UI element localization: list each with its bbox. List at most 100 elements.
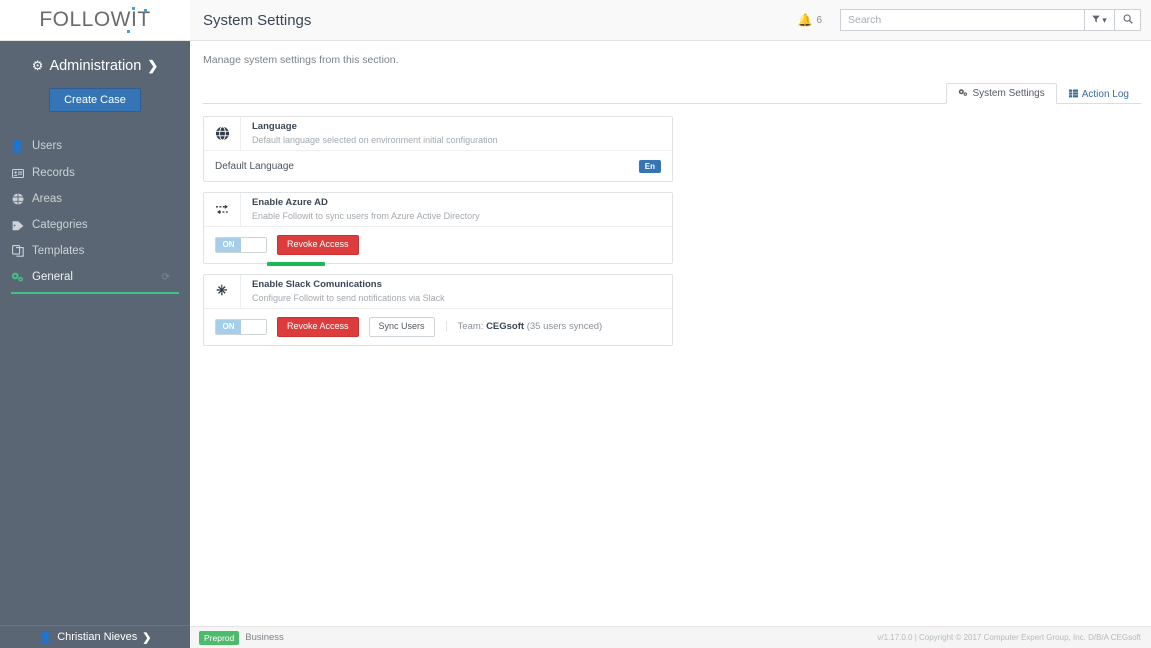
card-body: ON Revoke Access Sync Users Team: CEGsof… xyxy=(204,307,672,345)
slack-icon xyxy=(204,274,241,308)
gears-icon xyxy=(958,88,968,99)
slack-card: Enable Slack Comunications Configure Fol… xyxy=(203,273,673,346)
card-title: Enable Azure AD xyxy=(252,197,328,208)
copyright-text: v/1.17.0.0 | Copyright © 2017 Computer E… xyxy=(877,633,1141,642)
tag-icon xyxy=(11,220,24,231)
card-title-block: Enable Slack Comunications Configure Fol… xyxy=(241,275,445,308)
tab-system-settings[interactable]: System Settings xyxy=(946,83,1057,104)
sidebar-nav: 👤 Users Records Areas Categories Templat… xyxy=(0,132,190,294)
active-item-indicator xyxy=(11,292,179,294)
toggle-knob xyxy=(241,319,266,334)
search-icon xyxy=(1122,13,1133,27)
card-title-block: Language Default language selected on en… xyxy=(241,117,498,150)
app-root: FOLLOWIT ⚙ Administration ❯ Create Case … xyxy=(0,0,1151,648)
logo-accent-dot-2 xyxy=(126,30,130,33)
card-title: Enable Slack Comunications xyxy=(252,278,382,290)
logo-container[interactable]: FOLLOWIT xyxy=(0,0,190,41)
sidebar-item-areas[interactable]: Areas xyxy=(0,186,190,212)
environment-name: Business xyxy=(245,632,284,643)
card-header: Language Default language selected on en… xyxy=(204,117,672,150)
sidebar-item-general[interactable]: General ⟳ xyxy=(0,264,190,294)
settings-card-grid: Language Default language selected on en… xyxy=(203,116,1141,346)
sidebar-item-label: Categories xyxy=(32,219,88,231)
language-card: Language Default language selected on en… xyxy=(203,116,673,182)
toggle-state-label: ON xyxy=(216,319,241,334)
toggle-state-label: ON xyxy=(216,237,241,252)
sidebar-item-label: Templates xyxy=(32,245,85,257)
sidebar-item-records[interactable]: Records xyxy=(0,160,190,186)
notifications-button[interactable]: 🔔 6 xyxy=(797,13,822,27)
card-header: Enable Azure AD Enable Followit to sync … xyxy=(204,193,672,226)
search-group: ▾ xyxy=(840,9,1141,31)
azure-ad-card: Enable Azure AD Enable Followit to sync … xyxy=(203,192,673,266)
logo-text: FOLLOWIT xyxy=(39,8,151,31)
gear-icon: ⚙ xyxy=(31,58,44,73)
bell-icon: 🔔 xyxy=(797,13,813,27)
page-title: System Settings xyxy=(203,11,312,29)
globe-icon xyxy=(204,117,241,150)
card-title-block: Enable Azure AD Enable Followit to sync … xyxy=(241,193,480,226)
caret-down-icon: ▾ xyxy=(1102,14,1107,25)
app-logo: FOLLOWIT xyxy=(39,7,151,33)
tab-bar: System Settings Action Log xyxy=(203,82,1141,104)
main-content: System Settings 🔔 6 ▾ xyxy=(190,0,1151,648)
chevron-right-icon: ❯ xyxy=(147,58,159,73)
logo-accent-dot-3 xyxy=(143,9,147,12)
sidebar-item-users[interactable]: 👤 Users xyxy=(0,132,190,160)
notification-count: 6 xyxy=(816,14,822,26)
slack-revoke-access-button[interactable]: Revoke Access xyxy=(277,316,359,337)
create-case-container: Create Case xyxy=(0,88,190,112)
card-body: ON Revoke Access xyxy=(204,226,672,266)
user-icon: 👤 xyxy=(38,631,53,644)
team-synced-count: (35 users synced) xyxy=(526,321,603,333)
status-bar: Preprod Business v/1.17.0.0 | Copyright … xyxy=(190,626,1151,648)
logo-accent-dot-1 xyxy=(131,7,135,10)
copy-icon xyxy=(11,245,24,257)
card-body: Default Language En xyxy=(204,150,672,181)
language-badge[interactable]: En xyxy=(638,159,661,173)
slack-sync-users-button[interactable]: Sync Users xyxy=(368,316,435,337)
card-header: Enable Slack Comunications Configure Fol… xyxy=(204,274,672,308)
tab-label: System Settings xyxy=(972,88,1045,99)
search-input[interactable] xyxy=(840,9,1084,31)
search-filter-button[interactable]: ▾ xyxy=(1084,9,1114,31)
environment-badge: Preprod xyxy=(199,630,240,645)
slack-team-info: Team: CEGsoft (35 users synced) xyxy=(445,321,603,333)
sidebar-item-categories[interactable]: Categories xyxy=(0,212,190,238)
administration-section-header[interactable]: ⚙ Administration ❯ xyxy=(0,58,190,74)
azure-revoke-access-button[interactable]: Revoke Access xyxy=(277,235,359,255)
page-description: Manage system settings from this section… xyxy=(203,54,399,66)
search-submit-button[interactable] xyxy=(1114,9,1141,31)
sidebar: FOLLOWIT ⚙ Administration ❯ Create Case … xyxy=(0,0,190,648)
tab-label: Action Log xyxy=(1081,88,1129,100)
create-case-button[interactable]: Create Case xyxy=(49,88,141,112)
refresh-icon[interactable]: ⟳ xyxy=(162,272,170,283)
azure-sync-progress-bar xyxy=(267,261,325,266)
sidebar-item-label: General xyxy=(32,271,73,283)
sidebar-user-name: Christian Nieves xyxy=(57,631,138,643)
card-title: Language xyxy=(252,121,297,132)
page-description-bar: Manage system settings from this section… xyxy=(190,41,1151,66)
default-language-label: Default Language xyxy=(215,160,294,172)
sidebar-user-menu[interactable]: 👤 Christian Nieves ❯ xyxy=(0,625,190,648)
sidebar-item-label: Areas xyxy=(32,193,63,205)
sidebar-item-label: Records xyxy=(32,167,75,179)
gears-icon xyxy=(11,271,24,283)
card-subtitle: Default language selected on environment… xyxy=(252,134,498,145)
azure-enable-toggle[interactable]: ON xyxy=(215,236,267,253)
team-name: CEGsoft xyxy=(486,321,525,333)
tab-action-log[interactable]: Action Log xyxy=(1057,83,1141,104)
chevron-right-icon: ❯ xyxy=(142,631,152,644)
team-prefix-label: Team: xyxy=(457,321,484,333)
list-grid-icon xyxy=(1068,89,1078,100)
exchange-arrows-icon xyxy=(204,193,241,226)
toggle-knob xyxy=(241,237,266,252)
id-card-icon xyxy=(11,168,24,178)
card-subtitle: Enable Followit to sync users from Azure… xyxy=(252,210,480,221)
settings-content: Language Default language selected on en… xyxy=(190,104,1151,648)
filter-icon xyxy=(1092,15,1100,25)
sidebar-item-templates[interactable]: Templates xyxy=(0,238,190,264)
top-bar: System Settings 🔔 6 ▾ xyxy=(190,0,1151,41)
user-icon: 👤 xyxy=(10,141,25,153)
slack-enable-toggle[interactable]: ON xyxy=(215,318,267,335)
